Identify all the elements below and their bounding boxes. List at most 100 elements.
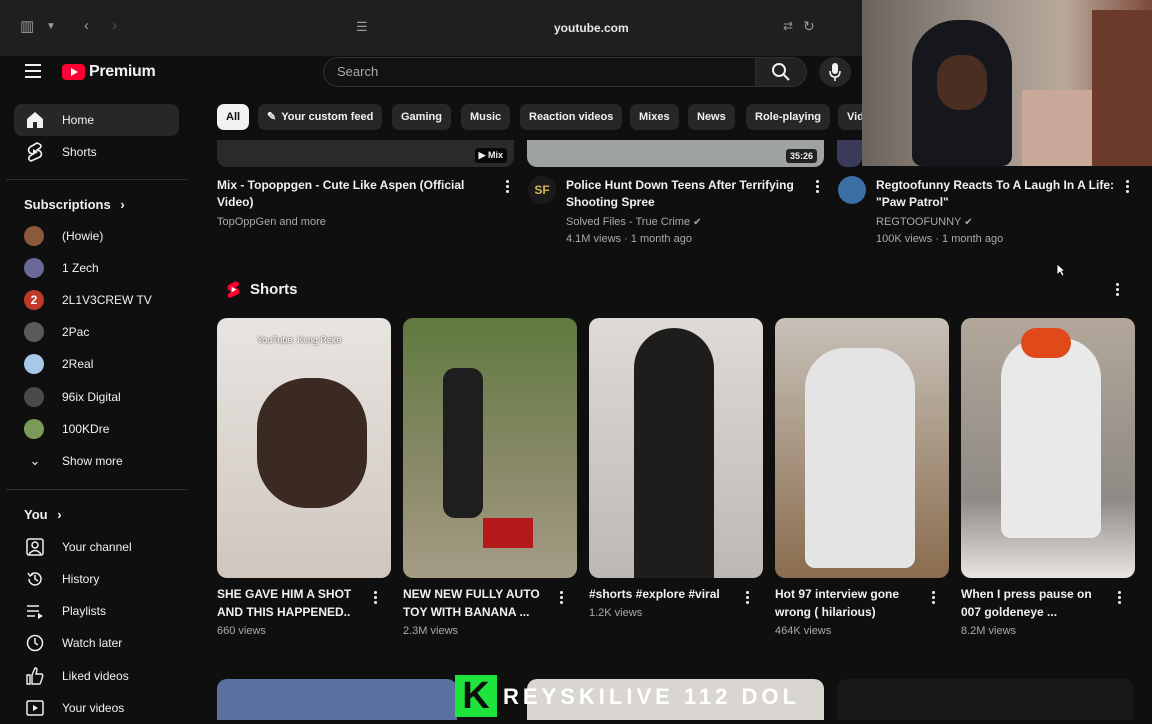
subscription-item[interactable]: (Howie)	[14, 220, 179, 252]
short-thumbnail[interactable]	[589, 318, 763, 578]
overlay-text: REYSKILIVE 112 DOL	[503, 684, 800, 709]
shorts-icon	[27, 142, 43, 162]
chip-reaction-videos[interactable]: Reaction videos	[520, 104, 623, 130]
chip-role-playing[interactable]: Role-playing	[746, 104, 831, 130]
voice-search-button[interactable]	[819, 57, 851, 87]
you-heading-label: You	[24, 507, 48, 522]
more-actions-icon[interactable]	[374, 591, 378, 605]
sidebar-item-label: 2L1V3CREW TV	[62, 293, 152, 307]
short-title-line: When I press pause on	[961, 587, 1092, 601]
chip-music[interactable]: Music	[461, 104, 511, 130]
translate-icon[interactable]: ⇄	[783, 19, 793, 33]
menu-icon[interactable]	[25, 64, 41, 78]
short-views: 2.3M views	[403, 625, 459, 637]
short-title[interactable]: When I press pause on 007 goldeneye ...	[961, 585, 1111, 621]
video-title-line: Regtoofunny Reacts To A Laugh In A Life:	[876, 178, 1114, 192]
short-title-line: wrong ( hilarious)	[775, 605, 876, 619]
subscription-item[interactable]: 96ix Digital	[14, 381, 179, 413]
short-title[interactable]: SHE GAVE HIM A SHOT AND THIS HAPPENED..	[217, 585, 367, 621]
short-title[interactable]: Hot 97 interview gone wrong ( hilarious)	[775, 585, 925, 621]
video-channel[interactable]: TopOppGen and more	[217, 214, 326, 231]
shorts-heading: Shorts	[250, 281, 298, 298]
show-more-label: Show more	[62, 454, 123, 468]
watch-later-icon	[26, 634, 44, 652]
subscription-item[interactable]: 100KDre	[14, 413, 179, 445]
sidebar-item-your-channel[interactable]: Your channel	[14, 531, 179, 563]
short-thumbnail[interactable]	[775, 318, 949, 578]
filter-chips-bar: All ✎ Your custom feed Gaming Music React…	[217, 104, 862, 130]
chip-all[interactable]: All	[217, 104, 250, 130]
more-actions-icon[interactable]	[816, 180, 820, 194]
video-thumbnail[interactable]	[837, 679, 1134, 720]
chip-videos[interactable]: Vid	[838, 104, 862, 130]
webcam-overlay	[862, 0, 1152, 166]
verified-icon: ✔	[964, 217, 973, 228]
video-channel[interactable]: Solved Files - True Crime ✔	[566, 214, 702, 231]
video-thumbnail[interactable]: ▶︎ Mix	[217, 140, 514, 167]
short-views: 464K views	[775, 625, 832, 637]
youtube-logo-icon	[62, 64, 85, 80]
youtube-premium-logo[interactable]: Premium	[62, 63, 156, 81]
channel-avatar[interactable]	[838, 176, 866, 204]
reload-icon[interactable]: ↻	[803, 18, 815, 35]
video-channel-name: REGTOOFUNNY	[876, 216, 962, 228]
thumbnail-graphic	[483, 518, 533, 548]
short-thumbnail[interactable]	[961, 318, 1135, 578]
sidebar-item-history[interactable]: History	[14, 563, 179, 595]
more-actions-icon[interactable]	[1116, 283, 1120, 297]
short-thumbnail[interactable]	[403, 318, 577, 578]
you-heading[interactable]: You ›	[24, 507, 62, 522]
duration-badge: 35:26	[785, 149, 817, 163]
sidebar-toggle-icon[interactable]: ▥	[20, 17, 34, 35]
more-actions-icon[interactable]	[1118, 591, 1122, 605]
video-thumbnail[interactable]	[837, 140, 862, 167]
video-channel[interactable]: REGTOOFUNNY ✔	[876, 214, 973, 231]
chevron-down-icon[interactable]: ▼	[46, 21, 56, 32]
subscription-item[interactable]: 1 Zech	[14, 252, 179, 284]
sidebar-item-watch-later[interactable]: Watch later	[14, 627, 179, 659]
url-text: youtube.com	[554, 21, 629, 35]
video-title[interactable]: Mix - Topoppgen - Cute Like Aspen (Offic…	[217, 177, 487, 211]
sidebar-item-shorts[interactable]: Shorts	[14, 136, 179, 168]
video-title[interactable]: Regtoofunny Reacts To A Laugh In A Life:…	[876, 177, 1121, 211]
video-thumbnail[interactable]: 35:26	[527, 140, 824, 167]
more-actions-icon[interactable]	[506, 180, 510, 194]
sidebar: Home Shorts Subscriptions › (Howie) 1 Ze…	[0, 103, 190, 720]
address-bar[interactable]: ☰ youtube.com ⇄ ↻	[340, 14, 830, 42]
search-button[interactable]	[755, 57, 807, 87]
mouse-cursor-icon	[1056, 263, 1066, 277]
sidebar-item-your-videos[interactable]: Your videos	[14, 692, 179, 724]
more-actions-icon[interactable]	[1126, 180, 1130, 194]
short-title[interactable]: #shorts #explore #viral	[589, 585, 739, 603]
search-input[interactable]: Search	[323, 57, 756, 87]
short-title[interactable]: NEW NEW FULLY AUTO TOY WITH BANANA ...	[403, 585, 553, 621]
more-actions-icon[interactable]	[560, 591, 564, 605]
show-more-button[interactable]: ⌄ Show more	[14, 445, 179, 477]
subscriptions-heading[interactable]: Subscriptions ›	[24, 197, 125, 212]
chip-gaming[interactable]: Gaming	[392, 104, 451, 130]
sidebar-item-label: Watch later	[62, 636, 123, 650]
chevron-down-icon: ⌄	[29, 453, 41, 468]
chip-mixes[interactable]: Mixes	[630, 104, 679, 130]
sidebar-item-home[interactable]: Home	[14, 104, 179, 136]
channel-avatar	[24, 226, 44, 246]
chevron-right-icon: ›	[57, 507, 62, 522]
chip-your-custom-feed[interactable]: ✎ Your custom feed	[258, 104, 383, 130]
chip-news[interactable]: News	[688, 104, 735, 130]
sidebar-item-label: 1 Zech	[62, 261, 99, 275]
video-title[interactable]: Police Hunt Down Teens After Terrifying S…	[566, 177, 806, 211]
subscription-item[interactable]: 2Real	[14, 348, 179, 380]
sidebar-item-playlists[interactable]: Playlists	[14, 595, 179, 627]
video-title-line: Video)	[217, 195, 254, 209]
back-icon[interactable]: ‹	[84, 17, 89, 34]
more-actions-icon[interactable]	[932, 591, 936, 605]
video-thumbnail[interactable]	[217, 679, 457, 720]
short-thumbnail[interactable]: YouTube: Kvng Reke	[217, 318, 391, 578]
subscription-item[interactable]: 2Pac	[14, 316, 179, 348]
channel-avatar[interactable]: SF	[528, 176, 556, 204]
more-actions-icon[interactable]	[746, 591, 750, 605]
forward-icon[interactable]: ›	[112, 17, 117, 34]
page-settings-icon[interactable]: ☰	[356, 19, 368, 35]
subscription-item[interactable]: 2 2L1V3CREW TV	[14, 284, 179, 316]
sidebar-item-liked-videos[interactable]: Liked videos	[14, 660, 179, 692]
